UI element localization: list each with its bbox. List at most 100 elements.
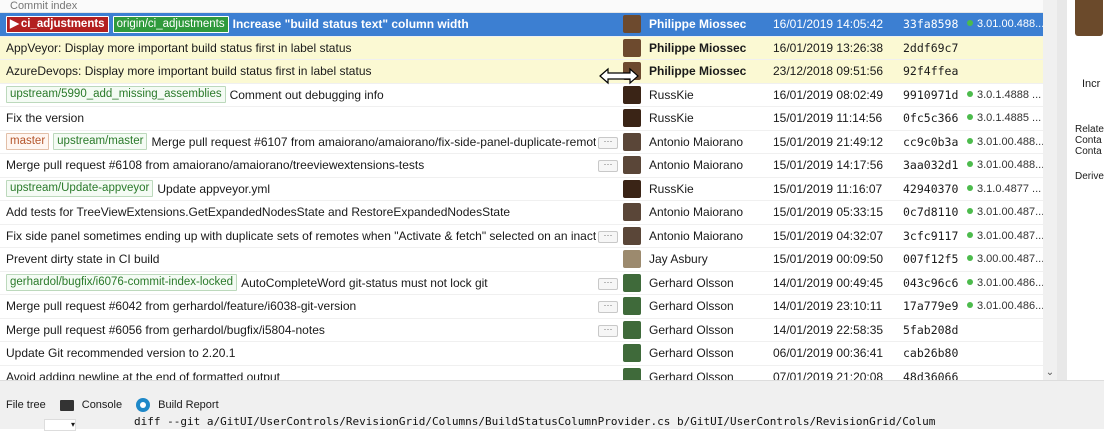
- scroll-down-arrow-icon[interactable]: ⌄: [1043, 367, 1057, 378]
- date-cell: 14/01/2019 22:58:35: [773, 322, 884, 337]
- commit-message-cell: upstream/5990_add_missing_assemblies Comm…: [6, 84, 596, 106]
- commit-subject: Avoid adding newline at the end of forma…: [6, 369, 280, 381]
- revision-grid[interactable]: Commit index ▶ ci_adjustments origin/ci_ad…: [0, 0, 1057, 380]
- date-cell: 15/01/2019 05:33:15: [773, 205, 884, 219]
- author-cell: Antonio Maiorano: [649, 205, 744, 219]
- build-success-icon: [967, 20, 973, 26]
- tab-build-report[interactable]: Build Report: [136, 398, 219, 412]
- sha-cell: 48d36066: [903, 369, 959, 381]
- ref-name: ci_adjustments: [20, 17, 105, 30]
- remote-branch-label[interactable]: upstream/5990_add_missing_assemblies: [6, 86, 226, 103]
- build-status-text: 3.01.00.486...: [977, 276, 1045, 289]
- build-success-icon: [967, 161, 973, 167]
- remote-branch-label[interactable]: upstream/master: [53, 133, 148, 150]
- commit-row[interactable]: master upstream/master Merge pull request …: [0, 131, 1057, 154]
- build-status-text: 3.1.0.4877 ...: [977, 182, 1042, 195]
- build-success-icon: [967, 184, 973, 191]
- vertical-scrollbar[interactable]: ⌄: [1043, 0, 1057, 380]
- build-status-text: 3.01.00.487...: [977, 229, 1045, 242]
- splitter[interactable]: [1057, 0, 1067, 380]
- author-cell: Gerhard Olsson: [649, 369, 734, 381]
- commit-message-cell: Merge pull request #6108 from amaiorano/…: [6, 154, 596, 176]
- build-status-cell[interactable]: 3.00.00.487...: [967, 248, 1049, 270]
- remote-branch-label[interactable]: origin/ci_adjustments: [112, 15, 229, 33]
- commit-row[interactable]: Avoid adding newline at the end of forma…: [0, 366, 1057, 381]
- more-refs-button[interactable]: ···: [598, 277, 618, 290]
- author-cell: Antonio Maiorano: [649, 134, 744, 149]
- tab-console[interactable]: Console: [59, 399, 123, 411]
- branch-label[interactable]: ▶ ci_adjustments: [6, 15, 109, 33]
- author-cell: Gerhard Olsson: [649, 322, 734, 337]
- date-cell: 14/01/2019 00:49:45: [773, 275, 884, 290]
- commit-row[interactable]: Merge pull request #6042 from gerhardol/…: [0, 295, 1057, 319]
- commit-message-cell: Add tests for TreeViewExtensions.GetExpa…: [6, 201, 596, 223]
- commit-row[interactable]: Update Git recommended version to 2.20.1…: [0, 342, 1057, 366]
- sha-cell: 2ddf69c7: [903, 40, 959, 55]
- build-status-cell[interactable]: 3.1.0.4877 ...: [967, 178, 1049, 200]
- author-cell: Philippe Miossec: [649, 40, 747, 55]
- sha-cell: cc9c0b3a: [903, 134, 959, 149]
- build-status-text: 3.0.1.4888 ...: [977, 88, 1042, 101]
- ref-name: master: [10, 135, 46, 147]
- more-refs-button[interactable]: ···: [598, 136, 618, 149]
- sha-cell: 17a779e9: [903, 299, 959, 313]
- console-icon: [59, 399, 74, 411]
- more-refs-button[interactable]: ···: [598, 230, 618, 243]
- remote-branch-label[interactable]: gerhardol/bugfix/i6076-commit-index-lock…: [6, 274, 238, 291]
- ref-name: origin/ci_adjustments: [116, 17, 225, 30]
- build-success-icon: [967, 302, 973, 308]
- more-refs-button[interactable]: ···: [598, 324, 618, 337]
- remote-branch-label[interactable]: upstream/Update-appveyor: [6, 180, 154, 197]
- build-status-cell[interactable]: 3.0.1.4888 ...: [967, 84, 1049, 106]
- more-refs-button[interactable]: ···: [598, 301, 618, 313]
- sha-cell: 007f12f5: [903, 252, 959, 266]
- commit-row[interactable]: Merge pull request #6108 from amaiorano/…: [0, 154, 1057, 178]
- build-status-cell[interactable]: 3.01.00.486...: [967, 272, 1049, 294]
- build-report-icon: [136, 398, 151, 412]
- author-cell: Philippe Miossec: [649, 64, 747, 78]
- avatar: [623, 179, 641, 198]
- commit-row[interactable]: AppVeyor: Display more important build s…: [0, 36, 1057, 60]
- tab-file-tree[interactable]: File tree: [6, 399, 46, 411]
- author-avatar-large: [1075, 0, 1103, 36]
- branch-label[interactable]: master: [6, 133, 50, 150]
- build-status-text: 3.01.00.488...: [977, 18, 1045, 30]
- commit-row[interactable]: upstream/5990_add_missing_assemblies Comm…: [0, 84, 1057, 107]
- build-status-cell[interactable]: 3.01.00.487...: [967, 225, 1049, 247]
- author-cell: RussKie: [649, 181, 694, 196]
- commit-row[interactable]: gerhardol/bugfix/i6076-commit-index-lock…: [0, 272, 1057, 295]
- commit-subject: AutoCompleteWord git-status must not loc…: [241, 275, 488, 290]
- commit-row[interactable]: Merge pull request #6056 from gerhardol/…: [0, 319, 1057, 342]
- sha-cell: 9910971d: [903, 87, 959, 102]
- build-status-cell[interactable]: 3.01.00.488...: [967, 154, 1049, 176]
- avatar: [623, 132, 641, 151]
- current-branch-arrow-icon: ▶: [10, 17, 19, 30]
- commit-row[interactable]: upstream/Update-appveyor Update appveyor.…: [0, 178, 1057, 201]
- avatar: [623, 15, 641, 33]
- commit-row[interactable]: Fix side panel sometimes ending up with …: [0, 225, 1057, 248]
- date-cell: 15/01/2019 04:32:07: [773, 228, 884, 243]
- commit-row[interactable]: Prevent dirty state in CI build Jay Asbur…: [0, 248, 1057, 272]
- date-cell: 15/01/2019 00:09:50: [773, 252, 884, 266]
- commit-row[interactable]: AzureDevops: Display more important buil…: [0, 60, 1057, 84]
- build-status-cell[interactable]: 3.01.00.488...: [967, 13, 1049, 35]
- commit-row[interactable]: Fix the version RussKie 15/01/2019 11:14:5…: [0, 107, 1057, 131]
- build-status-cell[interactable]: 3.01.00.486...: [967, 295, 1049, 317]
- bottom-panel: File tree Console Build Report ▾ diff --…: [0, 380, 1104, 431]
- commit-row[interactable]: Add tests for TreeViewExtensions.GetExpa…: [0, 201, 1057, 225]
- date-cell: 15/01/2019 14:17:56: [773, 158, 884, 172]
- build-success-icon: [967, 208, 973, 214]
- bottom-tabs: File tree Console Build Report: [0, 394, 233, 416]
- commit-row[interactable]: ▶ ci_adjustments origin/ci_adjustments Incr…: [0, 13, 1057, 37]
- commit-message-cell: Fix side panel sometimes ending up with …: [6, 225, 596, 247]
- more-refs-button[interactable]: ···: [598, 160, 618, 172]
- build-status-cell[interactable]: 3.01.00.487...: [967, 201, 1049, 223]
- commit-list: ▶ ci_adjustments origin/ci_adjustments Incr…: [0, 13, 1057, 380]
- commit-subject: Prevent dirty state in CI build: [6, 252, 160, 266]
- build-status-text: 3.01.00.486...: [977, 300, 1045, 312]
- file-dropdown[interactable]: ▾: [44, 419, 76, 431]
- build-status-cell[interactable]: 3.0.1.4885 ...: [967, 107, 1049, 129]
- tab-label: Console: [81, 399, 123, 411]
- build-status-cell[interactable]: 3.01.00.488...: [967, 131, 1049, 153]
- sha-cell: 3cfc9117: [903, 228, 959, 243]
